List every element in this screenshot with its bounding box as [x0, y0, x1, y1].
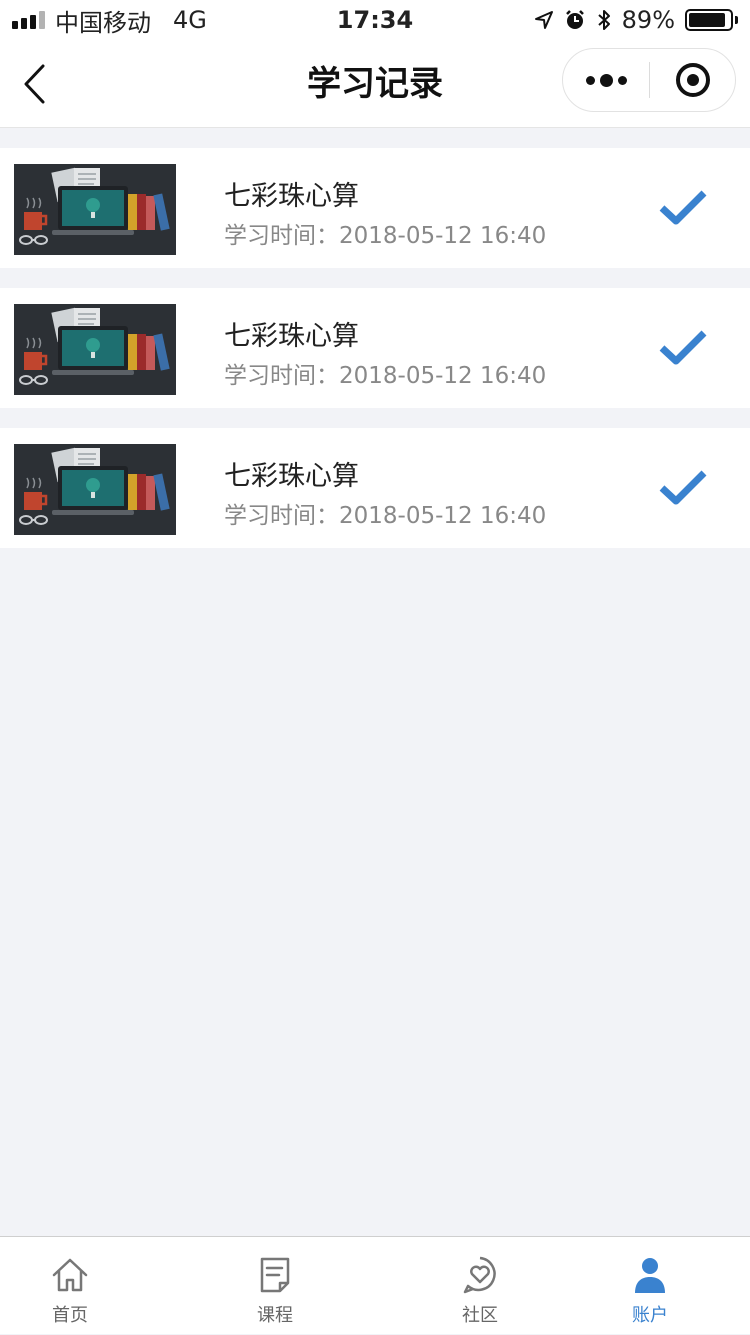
- tab-label: 首页: [0, 1301, 140, 1327]
- battery-icon: [685, 9, 738, 31]
- course-title: 七彩珠心算: [224, 174, 359, 213]
- bluetooth-icon: [596, 8, 612, 32]
- alarm-clock-icon: [564, 9, 586, 31]
- course-title: 七彩珠心算: [224, 454, 359, 493]
- course-illustration: [14, 304, 176, 395]
- tab-home[interactable]: 首页: [0, 1237, 140, 1335]
- study-time-label: 学习时间：: [224, 363, 339, 389]
- record-list: 七彩珠心算 学习时间：2018-05-12 16:40 七彩珠心算 学习时间：2…: [0, 148, 750, 568]
- community-icon: [460, 1255, 500, 1295]
- study-time: 学习时间：2018-05-12 16:40: [224, 216, 546, 250]
- course-thumbnail: [14, 164, 176, 255]
- course-illustration: [14, 444, 176, 535]
- home-icon: [50, 1255, 90, 1295]
- list-item[interactable]: 七彩珠心算 学习时间：2018-05-12 16:40: [0, 148, 750, 268]
- study-time-value: 2018-05-12 16:40: [339, 223, 546, 249]
- study-time-value: 2018-05-12 16:40: [339, 503, 546, 529]
- checkmark-icon: [658, 468, 708, 508]
- study-time-label: 学习时间：: [224, 223, 339, 249]
- tab-label: 社区: [410, 1301, 550, 1327]
- battery-percent: 89%: [622, 6, 675, 34]
- tab-account[interactable]: 账户: [550, 1237, 750, 1335]
- status-bar: 中国移动 4G 17:34 89%: [0, 0, 750, 40]
- target-icon: [676, 63, 710, 97]
- tab-label: 课程: [140, 1301, 410, 1327]
- course-thumbnail: [14, 444, 176, 535]
- list-item[interactable]: 七彩珠心算 学习时间：2018-05-12 16:40: [0, 428, 750, 548]
- study-time: 学习时间：2018-05-12 16:40: [224, 356, 546, 390]
- checkmark-icon: [658, 328, 708, 368]
- carrier-name: 中国移动: [55, 3, 151, 38]
- more-options-button[interactable]: [563, 49, 649, 111]
- status-right: 89%: [534, 6, 738, 34]
- account-icon: [630, 1255, 670, 1295]
- tab-bar: 首页 课程 社区 账户: [0, 1236, 750, 1334]
- tab-label: 账户: [550, 1301, 750, 1327]
- network-type: 4G: [173, 6, 207, 34]
- location-arrow-icon: [534, 10, 554, 30]
- course-title: 七彩珠心算: [224, 314, 359, 353]
- course-thumbnail: [14, 304, 176, 395]
- checkmark-icon: [658, 188, 708, 228]
- signal-icon: [12, 11, 45, 29]
- list-item[interactable]: 七彩珠心算 学习时间：2018-05-12 16:40: [0, 288, 750, 408]
- study-time-label: 学习时间：: [224, 503, 339, 529]
- course-illustration: [14, 164, 176, 255]
- tab-course[interactable]: 课程: [140, 1237, 410, 1335]
- close-miniprogram-button[interactable]: [650, 49, 735, 111]
- navigation-bar: 学习记录: [0, 40, 750, 128]
- tab-community[interactable]: 社区: [410, 1237, 550, 1335]
- menu-capsule: [562, 48, 736, 112]
- study-time: 学习时间：2018-05-12 16:40: [224, 496, 546, 530]
- course-icon: [255, 1255, 295, 1295]
- status-left: 中国移动 4G: [12, 3, 207, 38]
- study-time-value: 2018-05-12 16:40: [339, 363, 546, 389]
